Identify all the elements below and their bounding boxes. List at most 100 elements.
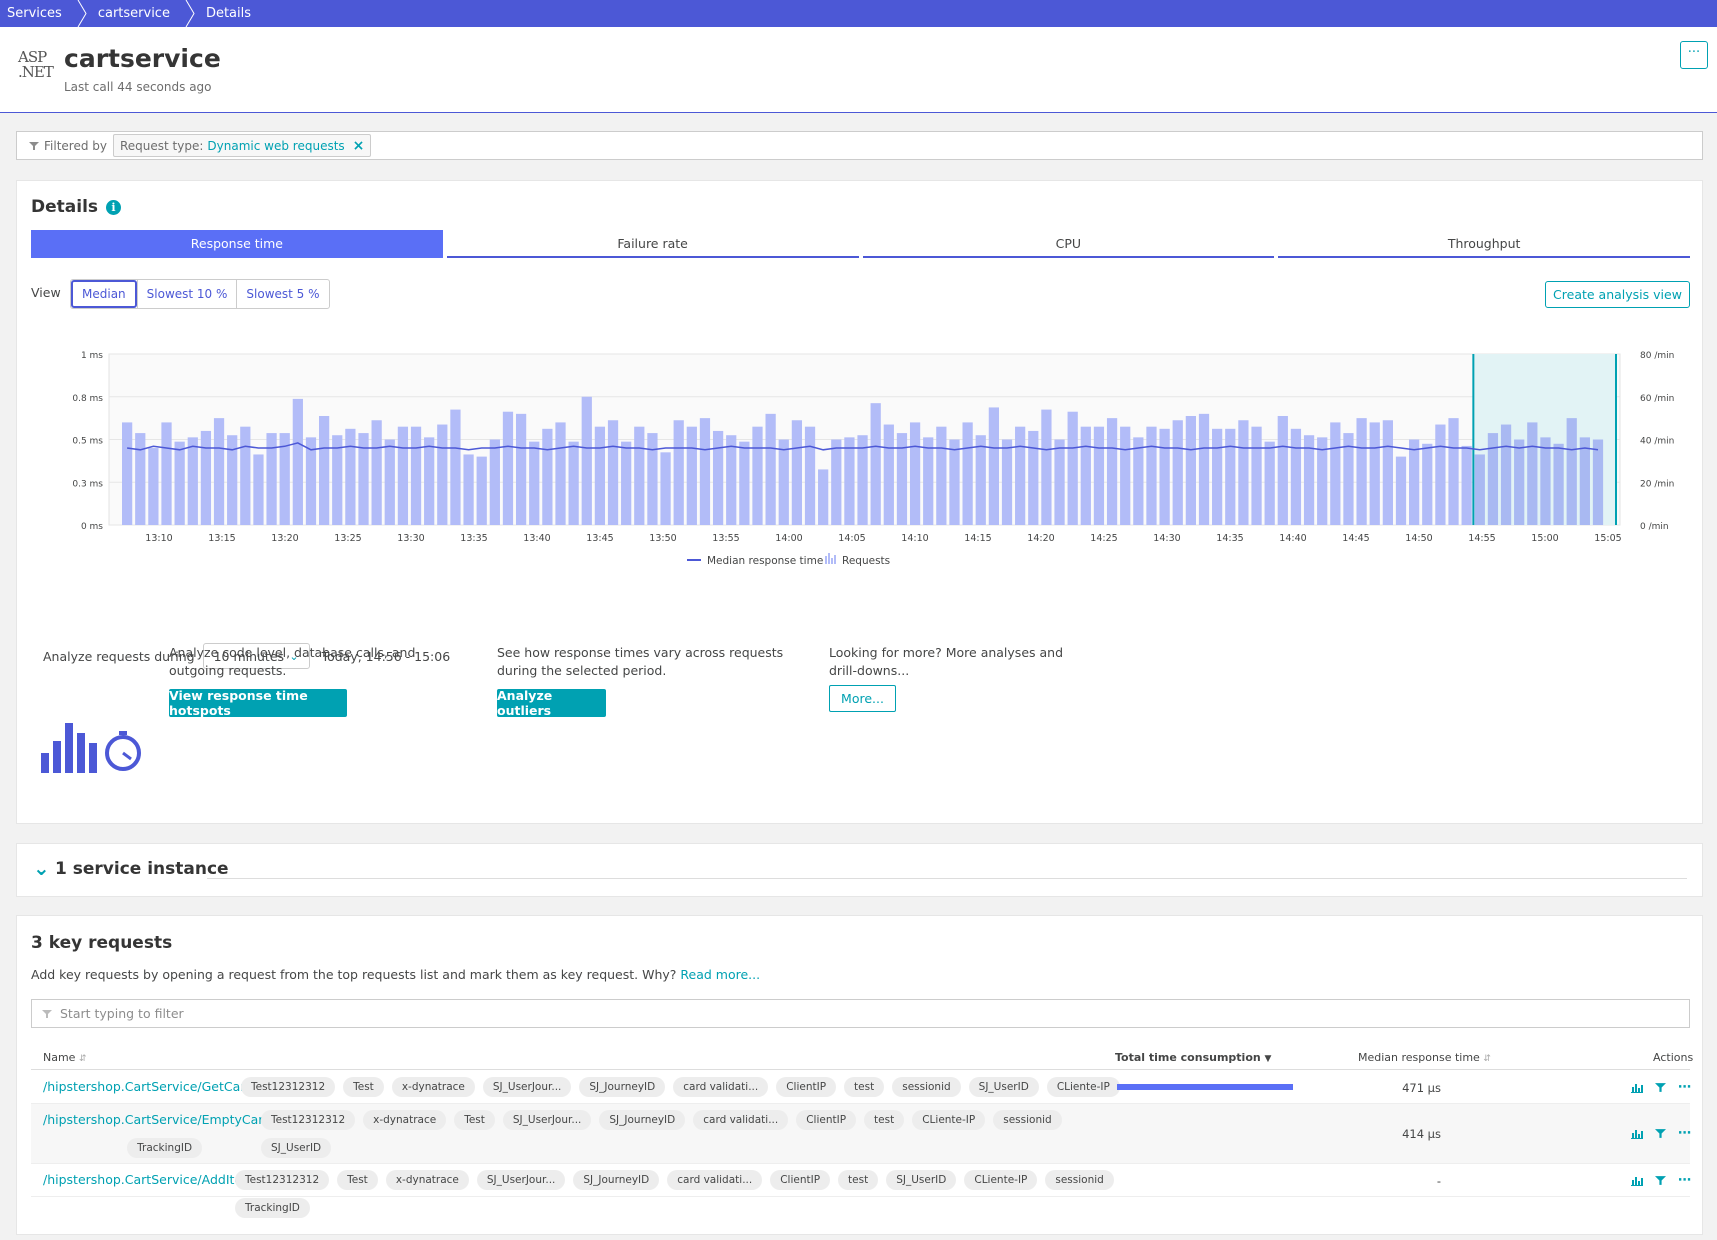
cta-outliers-text: See how response times vary across reque… bbox=[497, 645, 784, 678]
request-bar bbox=[1514, 439, 1525, 525]
service-instance-section[interactable]: ⌄ 1 service instance bbox=[16, 843, 1703, 897]
tab-response-time[interactable]: Response time bbox=[31, 230, 443, 258]
more-actions-icon[interactable]: ⋯ bbox=[1678, 1173, 1692, 1188]
request-attribute-tag[interactable]: CLiente-IP bbox=[964, 1170, 1038, 1190]
request-bar bbox=[726, 435, 737, 525]
metric-tabs: Response time Failure rate CPU Throughpu… bbox=[31, 230, 1690, 258]
filter-value[interactable]: Dynamic web requests bbox=[207, 139, 344, 153]
x-tick-label: 14:20 bbox=[1027, 533, 1054, 544]
request-attribute-tag[interactable]: x-dynatrace bbox=[363, 1110, 447, 1130]
info-icon[interactable]: i bbox=[106, 200, 122, 215]
request-attribute-tag[interactable]: Test bbox=[337, 1170, 378, 1190]
request-attribute-tag[interactable]: card validati... bbox=[673, 1077, 769, 1097]
view-median-button[interactable]: Median bbox=[71, 280, 137, 308]
tab-failure-rate[interactable]: Failure rate bbox=[446, 230, 859, 258]
request-attribute-tag[interactable]: SJ_UserJour... bbox=[476, 1170, 566, 1190]
legend-bar-icon bbox=[834, 555, 836, 564]
request-bar bbox=[476, 456, 487, 525]
requests-filter-input[interactable]: Start typing to filter bbox=[31, 999, 1690, 1028]
request-attribute-tag[interactable]: ClientIP bbox=[796, 1110, 857, 1130]
details-panel: Details i Response time Failure rate CPU … bbox=[16, 180, 1703, 824]
request-attribute-tag[interactable]: SJ_UserID bbox=[886, 1170, 957, 1190]
request-attribute-tag[interactable]: test bbox=[838, 1170, 879, 1190]
more-actions-icon[interactable]: ⋯ bbox=[1678, 1126, 1692, 1141]
request-bar bbox=[1409, 439, 1420, 525]
request-attribute-tag[interactable]: ClientIP bbox=[776, 1077, 837, 1097]
table-row[interactable]: /hipstershop.CartService/EmptyCart Test12… bbox=[31, 1104, 1692, 1164]
breadcrumb-services[interactable]: Services bbox=[0, 0, 76, 27]
filter-icon[interactable] bbox=[1655, 1082, 1666, 1093]
tab-throughput[interactable]: Throughput bbox=[1278, 230, 1690, 258]
request-attribute-tag[interactable]: SJ_UserID bbox=[968, 1077, 1039, 1097]
request-attribute-tag[interactable]: x-dynatrace bbox=[391, 1077, 475, 1097]
legend-bar-icon bbox=[831, 558, 833, 564]
view-slowest5-button[interactable]: Slowest 5 % bbox=[236, 280, 328, 308]
request-bar bbox=[988, 407, 1000, 525]
view-hotspots-button[interactable]: View response time hotspots bbox=[169, 688, 347, 718]
service-instance-title[interactable]: 1 service instance bbox=[55, 859, 229, 879]
request-attribute-tag[interactable]: Test bbox=[454, 1110, 495, 1130]
request-bar bbox=[200, 430, 212, 525]
request-attribute-tag[interactable]: sessionid bbox=[892, 1077, 961, 1097]
request-name-link[interactable]: /hipstershop.CartService/EmptyCart bbox=[43, 1112, 268, 1127]
filter-icon[interactable] bbox=[1655, 1175, 1666, 1186]
column-name[interactable]: Name ⇵ bbox=[43, 1051, 87, 1064]
request-bar bbox=[1422, 443, 1433, 525]
table-row[interactable]: /hipstershop.CartService/GetCart Test1231… bbox=[31, 1071, 1692, 1125]
breadcrumb-cartservice[interactable]: cartservice bbox=[90, 0, 184, 27]
request-attribute-tag[interactable]: test bbox=[864, 1110, 905, 1130]
request-bar bbox=[673, 420, 684, 525]
request-attribute-tag[interactable]: TrackingID bbox=[235, 1198, 310, 1218]
breadcrumb-label: cartservice bbox=[97, 6, 170, 21]
x-tick-label: 14:35 bbox=[1216, 533, 1243, 544]
request-attribute-tag[interactable]: SJ_UserJour... bbox=[502, 1110, 592, 1130]
chart-icon[interactable] bbox=[1631, 1082, 1643, 1093]
request-attribute-tag[interactable]: SJ_UserJour... bbox=[482, 1077, 572, 1097]
read-more-link[interactable]: Read more... bbox=[680, 967, 760, 982]
details-title: Details i bbox=[31, 197, 122, 217]
create-analysis-view-button[interactable]: Create analysis view bbox=[1545, 281, 1690, 308]
request-attribute-tag[interactable]: SJ_JourneyID bbox=[599, 1110, 686, 1130]
request-attribute-tag[interactable]: Test bbox=[343, 1077, 384, 1097]
request-attribute-tag[interactable]: SJ_JourneyID bbox=[573, 1170, 660, 1190]
request-attribute-tag[interactable]: card validati... bbox=[667, 1170, 763, 1190]
chart-icon[interactable] bbox=[1631, 1128, 1643, 1139]
request-bar bbox=[634, 426, 645, 525]
request-attribute-tag[interactable]: sessionid bbox=[993, 1110, 1062, 1130]
request-bar bbox=[621, 441, 632, 525]
request-attribute-tag[interactable]: ClientIP bbox=[770, 1170, 831, 1190]
x-tick-label: 13:25 bbox=[334, 533, 361, 544]
request-attribute-tag[interactable]: SJ_JourneyID bbox=[579, 1077, 666, 1097]
analyze-outliers-button[interactable]: Analyze outliers bbox=[497, 688, 606, 718]
request-attribute-tag[interactable]: Test12312312 bbox=[235, 1170, 330, 1190]
request-attribute-tag[interactable]: x-dynatrace bbox=[385, 1170, 469, 1190]
chart-icon[interactable] bbox=[1631, 1175, 1643, 1186]
request-attribute-tag[interactable]: sessionid bbox=[1045, 1170, 1114, 1190]
request-attribute-tag[interactable]: card validati... bbox=[693, 1110, 789, 1130]
more-actions-icon[interactable]: ⋯ bbox=[1678, 1080, 1692, 1095]
response-time-chart[interactable]: 1 ms 0.8 ms 0.5 ms 0.3 ms 0 ms 80 /min 60 /min… bbox=[17, 327, 1702, 597]
request-attribute-tag[interactable]: test bbox=[844, 1077, 885, 1097]
more-menu-button[interactable]: ··· bbox=[1680, 41, 1708, 69]
row-actions: ⋯ bbox=[1631, 1173, 1692, 1188]
chevron-down-icon[interactable]: ⌄ bbox=[33, 856, 50, 880]
table-row[interactable]: /hipstershop.CartService/AddItem Test1231… bbox=[31, 1164, 1692, 1218]
request-name-link[interactable]: /hipstershop.CartService/GetCart bbox=[43, 1079, 250, 1094]
request-name-link[interactable]: /hipstershop.CartService/AddItem bbox=[43, 1172, 254, 1187]
request-attribute-tag[interactable]: CLiente-IP bbox=[912, 1110, 986, 1130]
view-selector: Median Slowest 10 % Slowest 5 % bbox=[70, 279, 330, 309]
filter-bar[interactable]: Filtered by Request type: Dynamic web re… bbox=[16, 131, 1703, 160]
request-attribute-tag[interactable]: SJ_UserID bbox=[261, 1138, 332, 1158]
tab-cpu[interactable]: CPU bbox=[862, 230, 1275, 258]
more-analyses-button[interactable]: More... bbox=[829, 685, 896, 712]
request-attribute-tag[interactable]: CLiente-IP bbox=[1046, 1077, 1120, 1097]
column-median-response[interactable]: Median response time ⇵ bbox=[1358, 1051, 1491, 1064]
request-bar bbox=[1251, 426, 1262, 525]
request-attribute-tag[interactable]: Test12312312 bbox=[241, 1077, 336, 1097]
request-attribute-tag[interactable]: TrackingID bbox=[127, 1138, 203, 1158]
column-total-consumption[interactable]: Total time consumption ▼ bbox=[1115, 1051, 1271, 1064]
view-slowest10-button[interactable]: Slowest 10 % bbox=[136, 280, 237, 308]
remove-filter-icon[interactable]: × bbox=[353, 138, 365, 154]
request-attribute-tag[interactable]: Test12312312 bbox=[261, 1110, 356, 1130]
filter-icon[interactable] bbox=[1655, 1128, 1666, 1139]
